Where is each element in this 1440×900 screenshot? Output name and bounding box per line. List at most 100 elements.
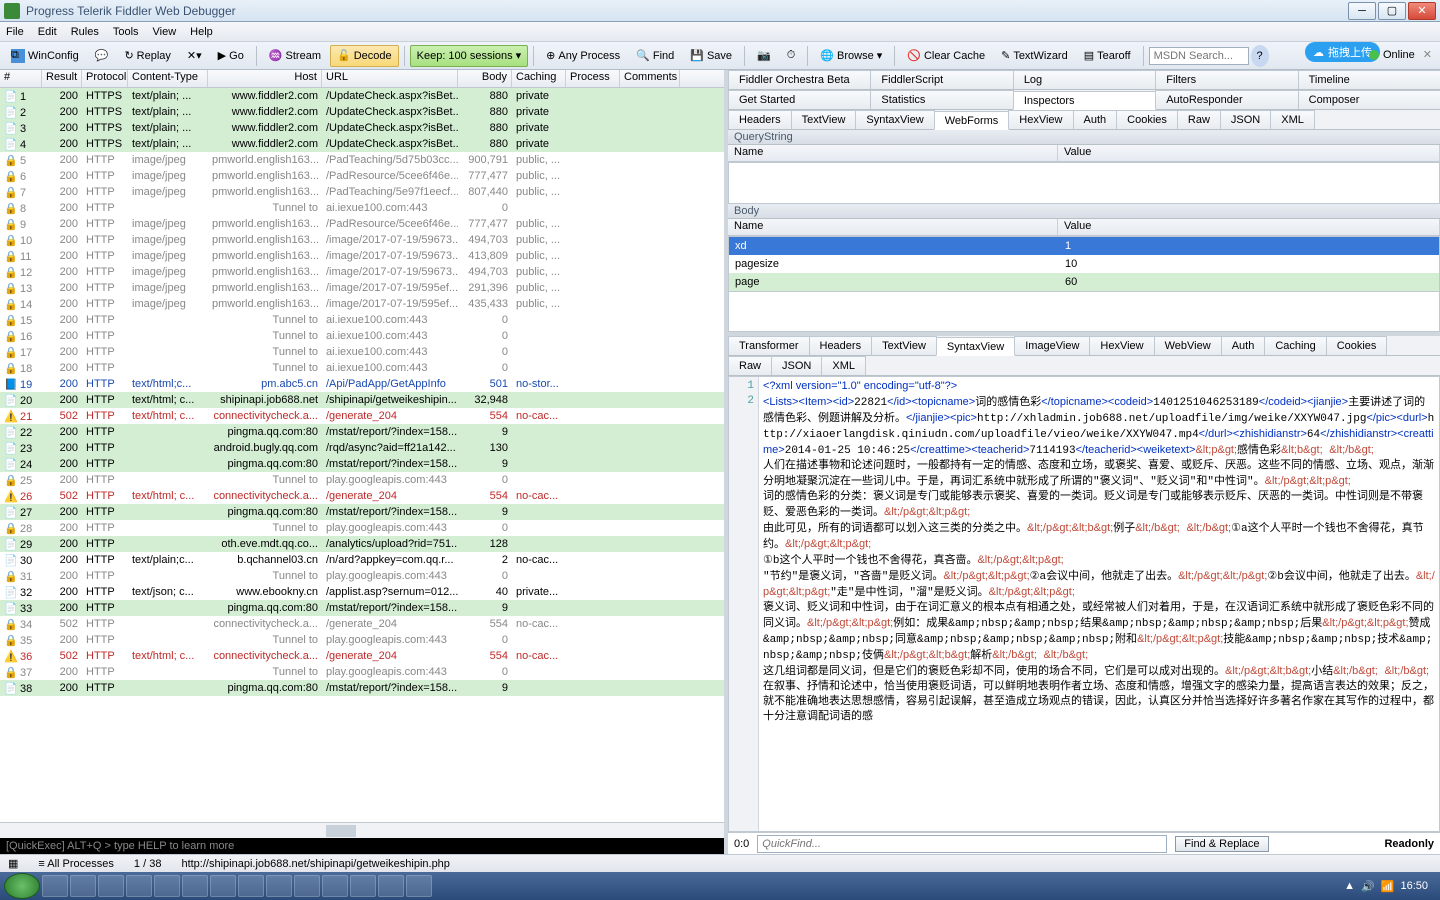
session-row[interactable]: 🔒6200HTTPimage/jpegpmworld.english163...… (0, 168, 724, 184)
menu-tools[interactable]: Tools (113, 26, 139, 38)
tab-syntaxview[interactable]: SyntaxView (936, 337, 1015, 356)
tab-filters[interactable]: Filters (1155, 70, 1298, 89)
online-indicator[interactable]: Online✕ (1369, 48, 1432, 61)
session-row[interactable]: 🔒9200HTTPimage/jpegpmworld.english163...… (0, 216, 724, 232)
quickexec-bar[interactable]: [QuickExec] ALT+Q > type HELP to learn m… (0, 838, 724, 854)
find-replace-button[interactable]: Find & Replace (1175, 836, 1268, 852)
tearoff-button[interactable]: ▤ Tearoff (1077, 45, 1138, 67)
tab-textview[interactable]: TextView (791, 110, 857, 129)
tab-xml[interactable]: XML (821, 356, 866, 375)
msdn-search-input[interactable] (1149, 47, 1249, 65)
menu-help[interactable]: Help (190, 26, 213, 38)
task-icon[interactable] (378, 875, 404, 897)
task-icon[interactable] (182, 875, 208, 897)
session-row[interactable]: 📄20200HTTPtext/html; c...shipinapi.job68… (0, 392, 724, 408)
status-processes[interactable]: ≡ All Processes (38, 858, 114, 870)
tab-caching[interactable]: Caching (1264, 336, 1326, 355)
session-row[interactable]: 🔒16200HTTPTunnel toai.iexue100.com:4430 (0, 328, 724, 344)
session-row[interactable]: 🔒18200HTTPTunnel toai.iexue100.com:4430 (0, 360, 724, 376)
screenshot-button[interactable]: 📷 (750, 45, 778, 67)
sessions-header[interactable]: #ResultProtocolContent-TypeHostURLBodyCa… (0, 70, 724, 88)
tab-statistics[interactable]: Statistics (870, 90, 1013, 109)
help-button[interactable]: ? (1251, 45, 1269, 67)
session-row[interactable]: 🔒7200HTTPimage/jpegpmworld.english163...… (0, 184, 724, 200)
session-row[interactable]: 🔒34502HTTPconnectivitycheck.a.../generat… (0, 616, 724, 632)
session-row[interactable]: 📄27200HTTPpingma.qq.com:80/mstat/report/… (0, 504, 724, 520)
syntax-view[interactable]: 12 <?xml version="1.0" encoding="utf-8"?… (728, 376, 1440, 832)
maximize-button[interactable]: ▢ (1378, 2, 1406, 20)
decode-button[interactable]: 🔓 Decode (330, 45, 399, 67)
tab-headers[interactable]: Headers (809, 336, 873, 355)
tab-inspectors[interactable]: Inspectors (1013, 91, 1156, 110)
session-row[interactable]: 🔒10200HTTPimage/jpegpmworld.english163..… (0, 232, 724, 248)
menu-rules[interactable]: Rules (71, 26, 99, 38)
stream-button[interactable]: ♒ Stream (262, 45, 328, 67)
session-row[interactable]: 📄30200HTTPtext/plain;c...b.qchannel03.cn… (0, 552, 724, 568)
browse-button[interactable]: 🌐 Browse ▾ (813, 45, 889, 67)
session-row[interactable]: 📄32200HTTPtext/json; c...www.ebookny.cn/… (0, 584, 724, 600)
find-button[interactable]: 🔍 Find (629, 45, 681, 67)
session-row[interactable]: 📄3200HTTPStext/plain; ...www.fiddler2.co… (0, 120, 724, 136)
tab-fiddlerscript[interactable]: FiddlerScript (870, 70, 1013, 89)
tab-composer[interactable]: Composer (1298, 90, 1440, 109)
task-icon[interactable] (70, 875, 96, 897)
tab-raw[interactable]: Raw (728, 356, 772, 375)
task-icon[interactable] (406, 875, 432, 897)
tab-webview[interactable]: WebView (1154, 336, 1222, 355)
session-row[interactable]: 🔒13200HTTPimage/jpegpmworld.english163..… (0, 280, 724, 296)
session-row[interactable]: 📘19200HTTPtext/html;c...pm.abc5.cn/Api/P… (0, 376, 724, 392)
tab-json[interactable]: JSON (771, 356, 822, 375)
session-row[interactable]: 📄22200HTTPpingma.qq.com:80/mstat/report/… (0, 424, 724, 440)
save-button[interactable]: 💾 Save (683, 45, 739, 67)
body-param-row[interactable]: pagesize10 (729, 255, 1439, 273)
session-row[interactable]: 📄29200HTTPoth.eve.mdt.qq.co.../analytics… (0, 536, 724, 552)
menu-view[interactable]: View (153, 26, 177, 38)
session-row[interactable]: 🔒11200HTTPimage/jpegpmworld.english163..… (0, 248, 724, 264)
session-row[interactable]: 🔒31200HTTPTunnel toplay.googleapis.com:4… (0, 568, 724, 584)
session-row[interactable]: 🔒25200HTTPTunnel toplay.googleapis.com:4… (0, 472, 724, 488)
minimize-button[interactable]: ─ (1348, 2, 1376, 20)
session-row[interactable]: 📄1200HTTPStext/plain; ...www.fiddler2.co… (0, 88, 724, 104)
tab-imageview[interactable]: ImageView (1014, 336, 1090, 355)
session-row[interactable]: 🔒28200HTTPTunnel toplay.googleapis.com:4… (0, 520, 724, 536)
task-icon[interactable] (350, 875, 376, 897)
session-row[interactable]: 🔒17200HTTPTunnel toai.iexue100.com:4430 (0, 344, 724, 360)
tab-transformer[interactable]: Transformer (728, 336, 810, 355)
session-row[interactable]: 🔒12200HTTPimage/jpegpmworld.english163..… (0, 264, 724, 280)
comment-button[interactable]: 💬 (88, 45, 116, 67)
body-param-row[interactable]: xd1 (729, 237, 1439, 255)
quickfind-input[interactable] (757, 835, 1167, 853)
session-row[interactable]: 📄33200HTTPpingma.qq.com:80/mstat/report/… (0, 600, 724, 616)
sessions-list[interactable]: 📄1200HTTPStext/plain; ...www.fiddler2.co… (0, 88, 724, 822)
tab-syntaxview[interactable]: SyntaxView (855, 110, 934, 129)
winconfig-button[interactable]: ⧉WinConfig (4, 45, 86, 67)
start-button[interactable] (4, 873, 40, 899)
tab-cookies[interactable]: Cookies (1326, 336, 1388, 355)
session-row[interactable]: 📄24200HTTPpingma.qq.com:80/mstat/report/… (0, 456, 724, 472)
tab-webforms[interactable]: WebForms (934, 111, 1010, 130)
tab-timeline[interactable]: Timeline (1298, 70, 1440, 89)
menu-file[interactable]: File (6, 26, 24, 38)
tab-auth[interactable]: Auth (1221, 336, 1266, 355)
close-button[interactable]: ✕ (1408, 2, 1436, 20)
session-row[interactable]: ⚠️21502HTTPtext/html; c...connectivitych… (0, 408, 724, 424)
keep-button[interactable]: Keep: 100 sessions ▾ (410, 45, 529, 67)
tab-get-started[interactable]: Get Started (728, 90, 871, 109)
xml-content[interactable]: <?xml version="1.0" encoding="utf-8"?> <… (759, 377, 1439, 831)
tab-json[interactable]: JSON (1220, 110, 1271, 129)
session-row[interactable]: 🔒37200HTTPTunnel toplay.googleapis.com:4… (0, 664, 724, 680)
tab-autoresponder[interactable]: AutoResponder (1155, 90, 1298, 109)
session-row[interactable]: 🔒14200HTTPimage/jpegpmworld.english163..… (0, 296, 724, 312)
session-row[interactable]: 📄2200HTTPStext/plain; ...www.fiddler2.co… (0, 104, 724, 120)
session-row[interactable]: 🔒5200HTTPimage/jpegpmworld.english163...… (0, 152, 724, 168)
session-row[interactable]: 📄23200HTTPandroid.bugly.qq.com/rqd/async… (0, 440, 724, 456)
session-row[interactable]: 🔒8200HTTPTunnel toai.iexue100.com:4430 (0, 200, 724, 216)
task-icon[interactable] (210, 875, 236, 897)
session-row[interactable]: 📄4200HTTPStext/plain; ...www.fiddler2.co… (0, 136, 724, 152)
session-row[interactable]: ⚠️26502HTTPtext/html; c...connectivitych… (0, 488, 724, 504)
clearcache-button[interactable]: 🚫 Clear Cache (900, 45, 992, 67)
session-row[interactable]: 📄38200HTTPpingma.qq.com:80/mstat/report/… (0, 680, 724, 696)
tab-log[interactable]: Log (1013, 70, 1156, 89)
task-icon[interactable] (154, 875, 180, 897)
go-button[interactable]: ▶ Go (211, 45, 251, 67)
